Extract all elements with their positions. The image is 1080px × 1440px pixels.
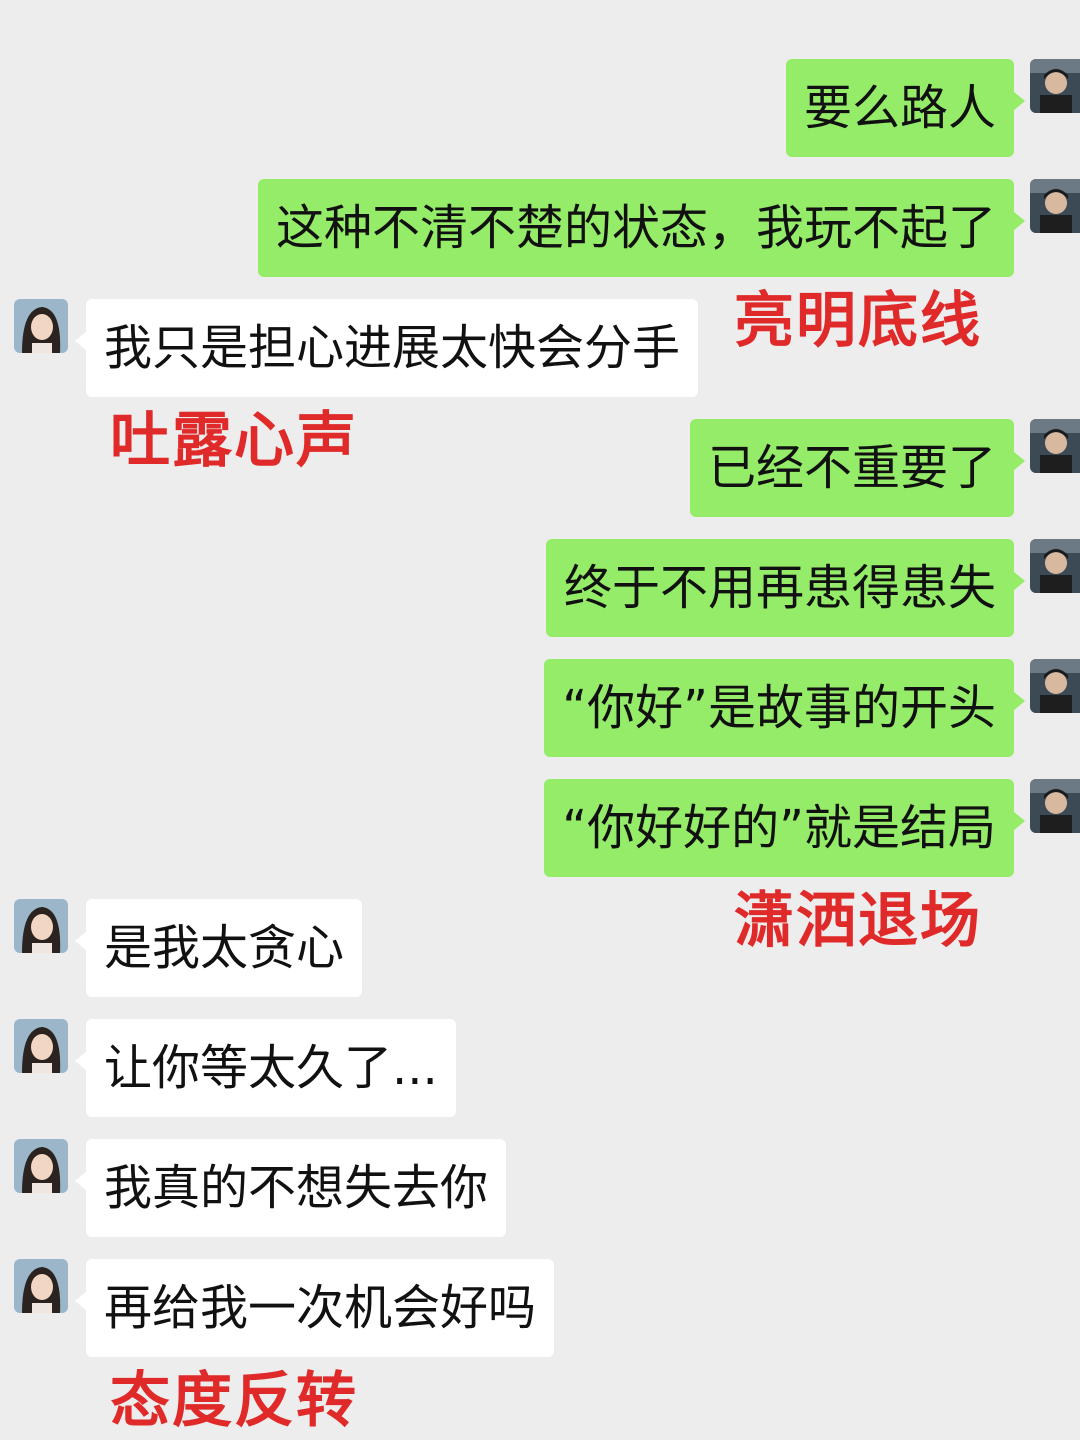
message-row: 再给我一次机会好吗 bbox=[0, 1259, 1080, 1357]
sent-message-bubble[interactable]: 要么路人 bbox=[785, 59, 1026, 157]
received-message-bubble[interactable]: 是我太贪心 bbox=[74, 899, 363, 997]
chat-area: 要么路人 这种不清不楚的状态，我玩不起了 亮明底线 我只是担心进展太快会分手 吐… bbox=[0, 0, 1080, 1440]
sent-message-bubble[interactable]: 这种不清不楚的状态，我玩不起了 bbox=[257, 179, 1026, 277]
received-message-bubble[interactable]: 让你等太久了... bbox=[75, 1019, 456, 1117]
avatar-woman-icon[interactable] bbox=[14, 299, 68, 353]
avatar-woman-icon[interactable] bbox=[14, 899, 68, 953]
avatar-man-icon[interactable] bbox=[1030, 419, 1080, 473]
received-message-bubble[interactable]: 我真的不想失去你 bbox=[74, 1139, 507, 1237]
sent-message-bubble[interactable]: 终于不用再患得患失 bbox=[545, 539, 1026, 637]
avatar-man-icon[interactable] bbox=[1030, 659, 1080, 713]
message-row: “你好好的”就是结局 bbox=[0, 779, 1080, 877]
message-row: 是我太贪心 bbox=[0, 899, 1080, 997]
avatar-woman-icon[interactable] bbox=[14, 1019, 68, 1073]
message-row: 终于不用再患得患失 bbox=[0, 539, 1080, 637]
avatar-man-icon[interactable] bbox=[1030, 539, 1080, 593]
message-row: “你好”是故事的开头 bbox=[0, 659, 1080, 757]
message-row: 我只是担心进展太快会分手 bbox=[0, 299, 1080, 397]
message-row: 已经不重要了 bbox=[0, 419, 1080, 517]
message-row: 我真的不想失去你 bbox=[0, 1139, 1080, 1237]
avatar-man-icon[interactable] bbox=[1030, 779, 1080, 833]
message-row: 要么路人 bbox=[0, 59, 1080, 157]
sent-message-bubble[interactable]: “你好好的”就是结局 bbox=[544, 779, 1025, 877]
sent-message-bubble[interactable]: 已经不重要了 bbox=[689, 419, 1026, 517]
sent-message-bubble[interactable]: “你好”是故事的开头 bbox=[544, 659, 1025, 757]
annotation-label: 态度反转 bbox=[110, 1366, 358, 1436]
message-row: 这种不清不楚的状态，我玩不起了 bbox=[0, 179, 1080, 277]
received-message-bubble[interactable]: 再给我一次机会好吗 bbox=[74, 1259, 555, 1357]
avatar-man-icon[interactable] bbox=[1030, 179, 1080, 233]
avatar-woman-icon[interactable] bbox=[14, 1259, 68, 1313]
received-message-bubble[interactable]: 我只是担心进展太快会分手 bbox=[74, 299, 699, 397]
avatar-man-icon[interactable] bbox=[1030, 59, 1080, 113]
message-row: 让你等太久了... bbox=[0, 1019, 1080, 1117]
avatar-woman-icon[interactable] bbox=[14, 1139, 68, 1193]
